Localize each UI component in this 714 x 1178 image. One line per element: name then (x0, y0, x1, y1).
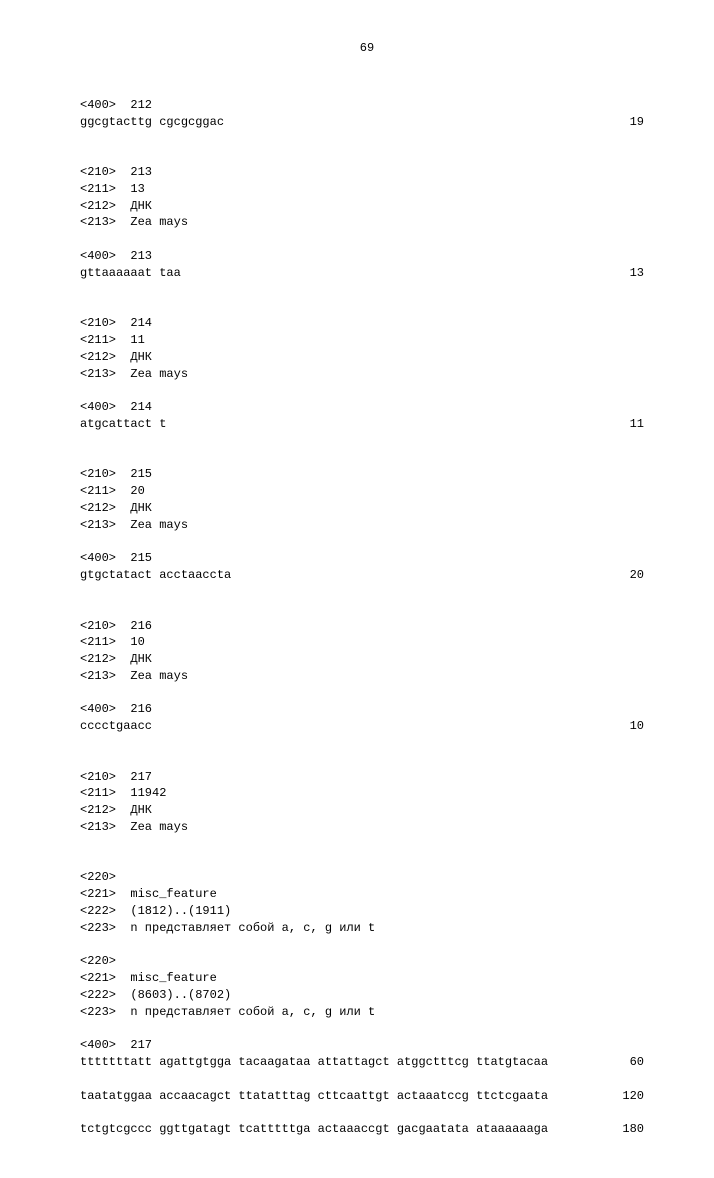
tag-line: <210> 213 (80, 164, 654, 181)
sequence-text: cccctgaacc (80, 718, 152, 735)
sequence-line: atgcattact t 11 (80, 416, 654, 433)
blank-line (80, 130, 654, 164)
blank-line (80, 282, 654, 316)
blank-line (80, 382, 654, 399)
blank-line (80, 1105, 654, 1122)
sequence-line: cccctgaacc 10 (80, 718, 654, 735)
sequence-line: gttaaaaaat taa 13 (80, 265, 654, 282)
blank-line (80, 534, 654, 551)
tag-line: <400> 213 (80, 248, 654, 265)
blank-line (80, 584, 654, 618)
sequence-line: taatatggaa accaacagct ttatatttag cttcaat… (80, 1088, 654, 1105)
tag-line: <213> Zea mays (80, 366, 654, 383)
blank-line (80, 685, 654, 702)
document-page: 69 <400> 212ggcgtacttg cgcgcggac 19 <210> … (0, 0, 714, 1178)
tag-line: <400> 217 (80, 1037, 654, 1054)
tag-line: <221> misc_feature (80, 970, 654, 987)
tag-line: <212> ДНК (80, 651, 654, 668)
sequence-line: ggcgtacttg cgcgcggac 19 (80, 114, 654, 131)
tag-line: <213> Zea mays (80, 214, 654, 231)
tag-line: <400> 216 (80, 701, 654, 718)
sequence-line: tttttttatt agattgtgga tacaagataa attatta… (80, 1054, 654, 1071)
tag-line: <400> 215 (80, 550, 654, 567)
tag-line: <213> Zea mays (80, 517, 654, 534)
sequence-text: tctgtcgccc ggttgatagt tcatttttga actaaac… (80, 1121, 548, 1138)
sequence-line: gtgctatact acctaaccta 20 (80, 567, 654, 584)
tag-line: <211> 11 (80, 332, 654, 349)
tag-line: <210> 215 (80, 466, 654, 483)
sequence-text: ggcgtacttg cgcgcggac (80, 114, 224, 131)
sequence-text: taatatggaa accaacagct ttatatttag cttcaat… (80, 1088, 548, 1105)
sequence-count: 10 (630, 718, 654, 735)
sequence-count: 11 (630, 416, 654, 433)
sequence-count: 60 (630, 1054, 654, 1071)
blank-line (80, 735, 654, 769)
sequence-line: tctgtcgccc ggttgatagt tcatttttga actaaac… (80, 1121, 654, 1138)
tag-line: <210> 216 (80, 618, 654, 635)
tag-line: <223> n представляет собой a, c, g или t (80, 1004, 654, 1021)
tag-line: <211> 10 (80, 634, 654, 651)
tag-line: <211> 11942 (80, 785, 654, 802)
tag-line: <212> ДНК (80, 198, 654, 215)
tag-line: <400> 212 (80, 97, 654, 114)
blank-line (80, 1071, 654, 1088)
tag-line: <210> 217 (80, 769, 654, 786)
sequence-count: 13 (630, 265, 654, 282)
tag-line: <212> ДНК (80, 349, 654, 366)
tag-line: <220> (80, 869, 654, 886)
sequence-text: gtgctatact acctaaccta (80, 567, 231, 584)
blank-line (80, 1021, 654, 1038)
sequence-count: 20 (630, 567, 654, 584)
tag-line: <212> ДНК (80, 802, 654, 819)
sequence-count: 180 (622, 1121, 654, 1138)
blank-line (80, 836, 654, 870)
tag-line: <222> (8603)..(8702) (80, 987, 654, 1004)
sequence-text: gttaaaaaat taa (80, 265, 181, 282)
tag-line: <211> 13 (80, 181, 654, 198)
tag-line: <210> 214 (80, 315, 654, 332)
tag-line: <213> Zea mays (80, 668, 654, 685)
sequence-text: atgcattact t (80, 416, 166, 433)
sequence-count: 120 (622, 1088, 654, 1105)
sequence-count: 19 (630, 114, 654, 131)
tag-line: <211> 20 (80, 483, 654, 500)
blank-line (80, 231, 654, 248)
tag-line: <223> n представляет собой a, c, g или t (80, 920, 654, 937)
tag-line: <213> Zea mays (80, 819, 654, 836)
blank-line (80, 937, 654, 954)
tag-line: <400> 214 (80, 399, 654, 416)
sequence-text: tttttttatt agattgtgga tacaagataa attatta… (80, 1054, 548, 1071)
tag-line: <221> misc_feature (80, 886, 654, 903)
blank-line (80, 433, 654, 467)
tag-line: <222> (1812)..(1911) (80, 903, 654, 920)
tag-line: <212> ДНК (80, 500, 654, 517)
tag-line: <220> (80, 953, 654, 970)
page-number: 69 (80, 40, 654, 57)
sequence-listing-body: <400> 212ggcgtacttg cgcgcggac 19 <210> 213… (80, 97, 654, 1138)
